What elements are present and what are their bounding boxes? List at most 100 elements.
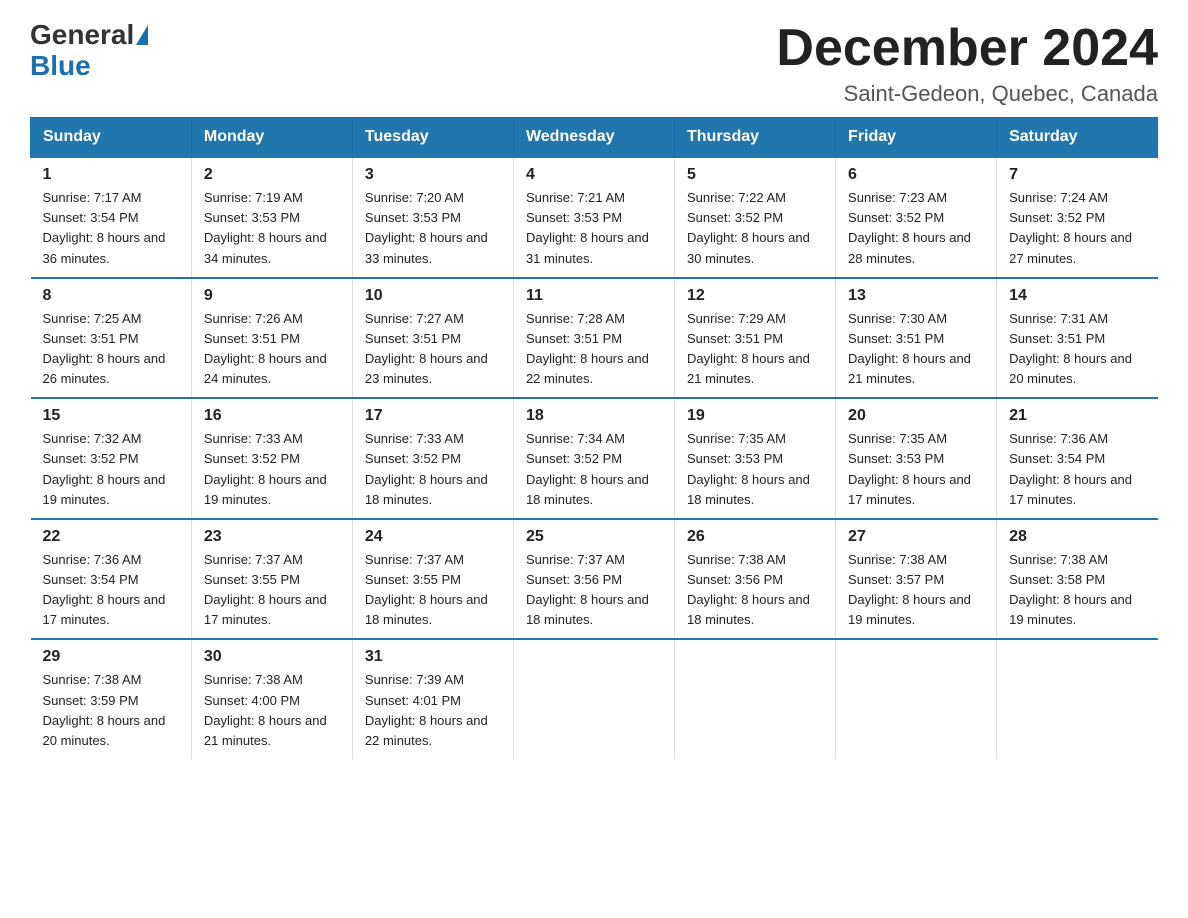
calendar-cell <box>836 639 997 759</box>
calendar-cell: 7 Sunrise: 7:24 AMSunset: 3:52 PMDaylight… <box>997 157 1158 278</box>
day-number: 26 <box>687 528 823 546</box>
day-number: 14 <box>1009 287 1145 305</box>
day-info: Sunrise: 7:32 AMSunset: 3:52 PMDaylight:… <box>43 429 179 510</box>
calendar-cell: 4 Sunrise: 7:21 AMSunset: 3:53 PMDaylight… <box>513 157 674 278</box>
day-info: Sunrise: 7:29 AMSunset: 3:51 PMDaylight:… <box>687 309 823 390</box>
day-info: Sunrise: 7:33 AMSunset: 3:52 PMDaylight:… <box>365 429 501 510</box>
day-number: 1 <box>43 166 179 184</box>
day-number: 25 <box>526 528 662 546</box>
weekday-header-wednesday: Wednesday <box>513 118 674 158</box>
day-info: Sunrise: 7:24 AMSunset: 3:52 PMDaylight:… <box>1009 188 1145 269</box>
day-number: 15 <box>43 407 179 425</box>
day-number: 12 <box>687 287 823 305</box>
calendar-cell: 25 Sunrise: 7:37 AMSunset: 3:56 PMDayligh… <box>513 519 674 640</box>
calendar-cell: 10 Sunrise: 7:27 AMSunset: 3:51 PMDayligh… <box>352 278 513 399</box>
calendar-cell: 16Sunrise: 7:33 AMSunset: 3:52 PMDayligh… <box>191 398 352 519</box>
calendar-week-2: 8 Sunrise: 7:25 AMSunset: 3:51 PMDaylight… <box>31 278 1158 399</box>
calendar-cell: 6 Sunrise: 7:23 AMSunset: 3:52 PMDaylight… <box>836 157 997 278</box>
weekday-header-tuesday: Tuesday <box>352 118 513 158</box>
day-number: 9 <box>204 287 340 305</box>
day-number: 17 <box>365 407 501 425</box>
calendar-week-3: 15 Sunrise: 7:32 AMSunset: 3:52 PMDayligh… <box>31 398 1158 519</box>
calendar-cell <box>513 639 674 759</box>
day-info: Sunrise: 7:27 AMSunset: 3:51 PMDaylight:… <box>365 309 501 390</box>
calendar-cell: 5Sunrise: 7:22 AMSunset: 3:52 PMDaylight… <box>675 157 836 278</box>
day-number: 23 <box>204 528 340 546</box>
day-number: 31 <box>365 648 501 666</box>
calendar-cell: 27Sunrise: 7:38 AMSunset: 3:57 PMDayligh… <box>836 519 997 640</box>
day-number: 3 <box>365 166 501 184</box>
logo-triangle-icon <box>136 25 148 45</box>
day-info: Sunrise: 7:38 AMSunset: 3:59 PMDaylight:… <box>43 670 179 751</box>
day-number: 4 <box>526 166 662 184</box>
day-number: 10 <box>365 287 501 305</box>
calendar-week-5: 29 Sunrise: 7:38 AMSunset: 3:59 PMDayligh… <box>31 639 1158 759</box>
day-info: Sunrise: 7:23 AMSunset: 3:52 PMDaylight:… <box>848 188 984 269</box>
day-info: Sunrise: 7:34 AMSunset: 3:52 PMDaylight:… <box>526 429 662 510</box>
day-info: Sunrise: 7:26 AMSunset: 3:51 PMDaylight:… <box>204 309 340 390</box>
day-info: Sunrise: 7:35 AMSunset: 3:53 PMDaylight:… <box>848 429 984 510</box>
day-info: Sunrise: 7:37 AMSunset: 3:56 PMDaylight:… <box>526 550 662 631</box>
calendar-table: SundayMondayTuesdayWednesdayThursdayFrid… <box>30 117 1158 759</box>
calendar-cell: 18 Sunrise: 7:34 AMSunset: 3:52 PMDayligh… <box>513 398 674 519</box>
day-info: Sunrise: 7:38 AMSunset: 4:00 PMDaylight:… <box>204 670 340 751</box>
day-info: Sunrise: 7:30 AMSunset: 3:51 PMDaylight:… <box>848 309 984 390</box>
day-number: 19 <box>687 407 823 425</box>
calendar-cell: 14 Sunrise: 7:31 AMSunset: 3:51 PMDayligh… <box>997 278 1158 399</box>
logo-blue: Blue <box>30 50 91 81</box>
day-number: 27 <box>848 528 984 546</box>
day-number: 16 <box>204 407 340 425</box>
day-number: 20 <box>848 407 984 425</box>
calendar-cell: 29 Sunrise: 7:38 AMSunset: 3:59 PMDayligh… <box>31 639 192 759</box>
calendar-cell: 31 Sunrise: 7:39 AMSunset: 4:01 PMDayligh… <box>352 639 513 759</box>
calendar-cell: 28 Sunrise: 7:38 AMSunset: 3:58 PMDayligh… <box>997 519 1158 640</box>
logo-text: General Blue <box>30 20 148 82</box>
day-number: 21 <box>1009 407 1145 425</box>
weekday-header-monday: Monday <box>191 118 352 158</box>
day-info: Sunrise: 7:38 AMSunset: 3:58 PMDaylight:… <box>1009 550 1145 631</box>
page-title: December 2024 <box>776 20 1158 77</box>
calendar-week-1: 1Sunrise: 7:17 AMSunset: 3:54 PMDaylight… <box>31 157 1158 278</box>
calendar-cell: 23 Sunrise: 7:37 AMSunset: 3:55 PMDayligh… <box>191 519 352 640</box>
calendar-cell: 22Sunrise: 7:36 AMSunset: 3:54 PMDayligh… <box>31 519 192 640</box>
day-info: Sunrise: 7:39 AMSunset: 4:01 PMDaylight:… <box>365 670 501 751</box>
calendar-cell: 19 Sunrise: 7:35 AMSunset: 3:53 PMDayligh… <box>675 398 836 519</box>
calendar-cell: 26Sunrise: 7:38 AMSunset: 3:56 PMDayligh… <box>675 519 836 640</box>
calendar-cell: 20 Sunrise: 7:35 AMSunset: 3:53 PMDayligh… <box>836 398 997 519</box>
page-header: General Blue December 2024 Saint-Gedeon,… <box>30 20 1158 107</box>
calendar-cell <box>675 639 836 759</box>
calendar-cell: 8 Sunrise: 7:25 AMSunset: 3:51 PMDaylight… <box>31 278 192 399</box>
day-info: Sunrise: 7:28 AMSunset: 3:51 PMDaylight:… <box>526 309 662 390</box>
day-number: 28 <box>1009 528 1145 546</box>
day-info: Sunrise: 7:19 AMSunset: 3:53 PMDaylight:… <box>204 188 340 269</box>
day-info: Sunrise: 7:35 AMSunset: 3:53 PMDaylight:… <box>687 429 823 510</box>
day-number: 7 <box>1009 166 1145 184</box>
calendar-cell: 30Sunrise: 7:38 AMSunset: 4:00 PMDayligh… <box>191 639 352 759</box>
logo: General Blue <box>30 20 148 82</box>
calendar-cell: 1Sunrise: 7:17 AMSunset: 3:54 PMDaylight… <box>31 157 192 278</box>
page-subtitle: Saint-Gedeon, Quebec, Canada <box>776 81 1158 107</box>
day-number: 13 <box>848 287 984 305</box>
day-info: Sunrise: 7:31 AMSunset: 3:51 PMDaylight:… <box>1009 309 1145 390</box>
calendar-cell: 11 Sunrise: 7:28 AMSunset: 3:51 PMDayligh… <box>513 278 674 399</box>
day-info: Sunrise: 7:25 AMSunset: 3:51 PMDaylight:… <box>43 309 179 390</box>
day-info: Sunrise: 7:20 AMSunset: 3:53 PMDaylight:… <box>365 188 501 269</box>
day-info: Sunrise: 7:37 AMSunset: 3:55 PMDaylight:… <box>204 550 340 631</box>
day-info: Sunrise: 7:37 AMSunset: 3:55 PMDaylight:… <box>365 550 501 631</box>
day-info: Sunrise: 7:36 AMSunset: 3:54 PMDaylight:… <box>43 550 179 631</box>
weekday-header-saturday: Saturday <box>997 118 1158 158</box>
day-number: 29 <box>43 648 179 666</box>
day-number: 24 <box>365 528 501 546</box>
calendar-cell: 3 Sunrise: 7:20 AMSunset: 3:53 PMDaylight… <box>352 157 513 278</box>
calendar-cell: 15 Sunrise: 7:32 AMSunset: 3:52 PMDayligh… <box>31 398 192 519</box>
weekday-header-sunday: Sunday <box>31 118 192 158</box>
day-number: 8 <box>43 287 179 305</box>
day-number: 6 <box>848 166 984 184</box>
day-number: 11 <box>526 287 662 305</box>
weekday-header-friday: Friday <box>836 118 997 158</box>
day-info: Sunrise: 7:21 AMSunset: 3:53 PMDaylight:… <box>526 188 662 269</box>
day-info: Sunrise: 7:36 AMSunset: 3:54 PMDaylight:… <box>1009 429 1145 510</box>
day-number: 5 <box>687 166 823 184</box>
day-number: 18 <box>526 407 662 425</box>
calendar-cell: 17 Sunrise: 7:33 AMSunset: 3:52 PMDayligh… <box>352 398 513 519</box>
